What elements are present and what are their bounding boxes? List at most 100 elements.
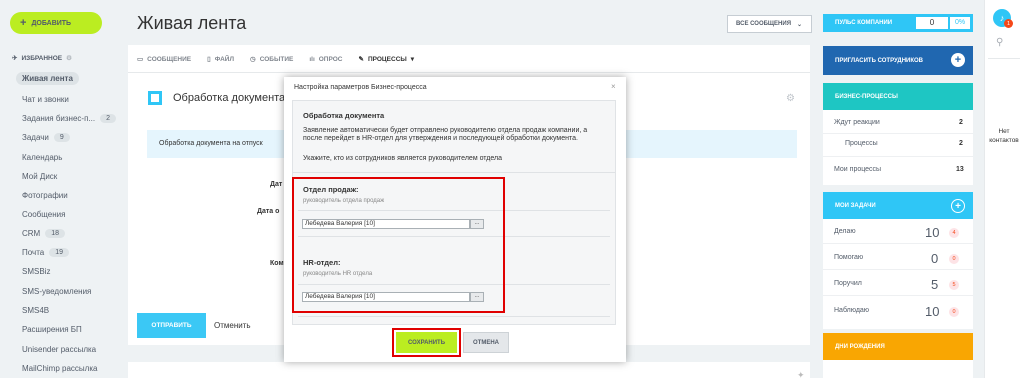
task-row-badge: 0 — [949, 254, 959, 264]
divider — [128, 72, 810, 73]
tab-file[interactable]: ▯ ФАЙЛ — [207, 55, 235, 64]
scrollbar[interactable] — [298, 316, 610, 317]
composer-tabs: ▭ СООБЩЕНИЕ ▯ ФАЙЛ ◷ СОБЫТИЕ ılı ОПРОС ✎ ПРОЦ… — [137, 55, 415, 64]
birthdays-widget — [823, 360, 973, 378]
count-badge: 18 — [45, 229, 66, 238]
divider — [823, 133, 973, 134]
sidebar-item[interactable]: SMS-уведомления — [22, 287, 91, 296]
add-button[interactable]: + ДОБАВИТЬ — [10, 12, 102, 34]
clock-icon: ◷ — [250, 56, 256, 63]
sidebar-item-label: Задания бизнес-п... — [22, 114, 96, 123]
tab-label: ОПРОС — [318, 55, 343, 63]
birthdays-title: ДНИ РОЖДЕНИЯ — [835, 343, 885, 350]
add-task-icon[interactable]: + — [951, 199, 965, 213]
tab-processes[interactable]: ✎ ПРОЦЕССЫ ▾ — [358, 55, 415, 64]
sidebar-item[interactable]: Расширения БП — [22, 325, 82, 334]
cancel-link[interactable]: Отменить — [214, 321, 251, 330]
sidebar-item-label: Почта — [22, 248, 45, 257]
task-row-label[interactable]: Наблюдаю — [834, 307, 869, 314]
count-badge: 2 — [100, 114, 116, 123]
divider — [823, 243, 973, 244]
task-row-label[interactable]: Поручил — [834, 280, 862, 287]
divider — [823, 295, 973, 296]
caret-down-icon: ▾ — [410, 56, 415, 63]
pin-icon: ✈ — [12, 55, 18, 62]
send-button[interactable]: ОТПРАВИТЬ — [137, 313, 206, 338]
birthdays-widget-header[interactable]: ДНИ РОЖДЕНИЯ — [823, 333, 973, 360]
sidebar-item-label: SMSBiz — [22, 267, 51, 276]
search-icon[interactable]: ⚲ — [996, 37, 1003, 48]
sidebar-item[interactable]: SMS4B — [22, 306, 49, 315]
plus-icon: + — [20, 17, 27, 29]
sidebar-item[interactable]: Календарь — [22, 153, 62, 162]
gear-icon[interactable]: ⚙ — [786, 93, 795, 104]
sidebar-item[interactable]: Сообщения — [22, 210, 65, 219]
sidebar-item-label: Фотографии — [22, 191, 68, 200]
filter-label: ВСЕ СООБЩЕНИЯ — [736, 21, 792, 27]
process-description: Заявление автоматически будет отправлено… — [303, 127, 588, 142]
task-row-badge: 4 — [949, 228, 959, 238]
sidebar-item[interactable]: Задачи 9 — [22, 133, 70, 142]
sidebar-item-label: Unisender рассылка — [22, 345, 97, 354]
sidebar-item-label: Живая лента — [22, 74, 73, 83]
close-icon[interactable]: × — [611, 82, 616, 91]
bp-row-label[interactable]: Ждут реакции — [834, 119, 880, 126]
tab-poll[interactable]: ılı ОПРОС — [309, 55, 342, 63]
gear-icon[interactable]: ⚙ — [66, 54, 72, 62]
bp-row-value: 2 — [959, 119, 963, 126]
feed-filter-dropdown[interactable]: ВСЕ СООБЩЕНИЯ ⌄ — [727, 15, 812, 33]
bp-row-label[interactable]: Процессы — [845, 140, 878, 147]
tab-label: СООБЩЕНИЕ — [147, 55, 192, 63]
pulse-label: ПУЛЬС КОМПАНИИ — [835, 20, 893, 26]
dialog-title: Настройка параметров Бизнес-процесса — [294, 84, 427, 91]
chevron-down-icon: ⌄ — [797, 21, 803, 28]
sidebar-item[interactable]: Фотографии — [22, 191, 68, 200]
task-row-value: 0 — [931, 251, 939, 266]
sidebar-item-live-feed[interactable]: Живая лента — [16, 72, 79, 85]
add-icon[interactable]: + — [951, 53, 965, 67]
message-icon: ▭ — [137, 56, 144, 63]
no-contacts-text: Нет контактов — [989, 128, 1019, 144]
tab-message[interactable]: ▭ СООБЩЕНИЕ — [137, 55, 192, 64]
pulse-percent: 0% — [950, 17, 970, 29]
document-title: Обработка документа — [173, 92, 286, 104]
bp-row-label[interactable]: Мои процессы — [834, 166, 881, 173]
sidebar-item-label: Задачи — [22, 133, 49, 142]
task-row-label[interactable]: Делаю — [834, 228, 856, 235]
sidebar-item-label: Чат и звонки — [22, 95, 69, 104]
invite-label: ПРИГЛАСИТЬ СОТРУДНИКОВ — [835, 57, 924, 64]
task-row-label[interactable]: Помогаю — [834, 254, 863, 261]
sidebar-item[interactable]: MailChimp рассылка — [22, 364, 97, 373]
sidebar-item-label: Расширения БП — [22, 325, 82, 334]
poll-icon: ılı — [309, 55, 315, 63]
sidebar-item[interactable]: Мой Диск — [22, 172, 57, 181]
tasks-widget-title: МОИ ЗАДАЧИ — [835, 202, 876, 209]
task-row-badge: 0 — [949, 307, 959, 317]
bp-widget-header[interactable]: БИЗНЕС-ПРОЦЕССЫ — [823, 83, 973, 110]
star-icon[interactable]: ✦ — [797, 370, 805, 378]
bp-row-value: 13 — [956, 166, 964, 173]
task-row-value: 5 — [931, 277, 939, 292]
feed-post-card — [128, 362, 810, 378]
contacts-panel — [984, 0, 1024, 378]
sidebar-item-label: MailChimp рассылка — [22, 364, 98, 373]
sidebar-item[interactable]: Unisender рассылка — [22, 345, 96, 354]
sidebar-item[interactable]: Почта 19 — [22, 248, 70, 257]
tab-event[interactable]: ◷ СОБЫТИЕ — [250, 55, 293, 64]
task-row-badge: 5 — [949, 280, 959, 290]
favorites-label: ИЗБРАННОЕ — [21, 54, 63, 62]
sidebar-item[interactable]: SMSBiz — [22, 267, 50, 276]
highlight-frame — [292, 177, 505, 313]
cancel-button[interactable]: ОТМЕНА — [463, 332, 509, 353]
tab-label: ФАЙЛ — [214, 55, 235, 63]
favorites-header[interactable]: ✈ ИЗБРАННОЕ ⚙ — [12, 54, 72, 63]
process-instruction: Укажите, кто из сотрудников является рук… — [303, 155, 503, 162]
tab-label: ПРОЦЕССЫ — [367, 55, 407, 63]
sidebar-item[interactable]: CRM 18 — [22, 229, 66, 238]
save-button[interactable]: СОХРАНИТЬ — [396, 332, 457, 353]
sidebar-item[interactable]: Чат и звонки — [22, 95, 69, 104]
sidebar-item-label: SMS4B — [22, 306, 50, 315]
bp-widget-title: БИЗНЕС-ПРОЦЕССЫ — [835, 93, 898, 100]
sidebar-item[interactable]: Задания бизнес-п... 2 — [22, 114, 116, 123]
sidebar-item-label: Календарь — [22, 153, 63, 162]
